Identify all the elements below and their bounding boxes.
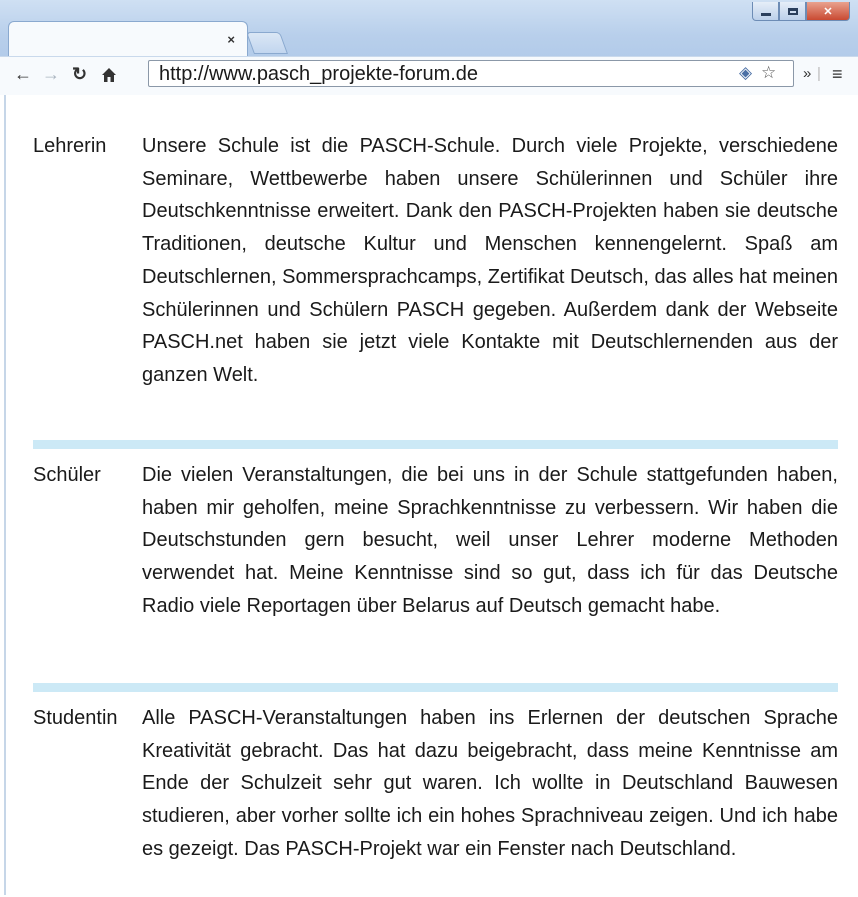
menu-icon[interactable]: ≡ — [832, 62, 843, 86]
reload-icon[interactable]: ↻ — [72, 62, 87, 86]
maximize-icon — [787, 7, 798, 15]
statement-entry-pupil-body: Schüler Die vielen Veranstaltungen, die … — [33, 459, 838, 623]
extension-icon[interactable]: ◈ — [739, 63, 752, 83]
maximize-button[interactable] — [779, 2, 806, 21]
browser-tab[interactable]: × — [8, 21, 248, 57]
star-icon[interactable]: ☆ — [761, 63, 776, 83]
role-label: Studentin — [33, 707, 118, 729]
statement-entry-student: Studentin Alle PASCH-Veranstaltungen hab… — [33, 702, 838, 866]
browser-chrome: ✕ × ← → ↻ http://www.pasch_projekte-foru… — [0, 0, 858, 95]
window-close-icon: ✕ — [823, 5, 833, 18]
home-icon[interactable] — [100, 62, 118, 86]
window-controls: ✕ — [752, 2, 850, 22]
statement-entry-teacher: Lehrerin Unsere Schule ist die PASCH-Sch… — [33, 130, 838, 392]
address-bar[interactable]: http://www.pasch_projekte-forum.de ◈ ☆ — [148, 60, 794, 87]
statement-text: Die vielen Veranstaltungen, die bei uns … — [142, 464, 838, 617]
address-bar-url[interactable]: http://www.pasch_projekte-forum.de — [159, 63, 478, 86]
tab-close-icon[interactable]: × — [227, 32, 235, 47]
back-icon[interactable]: ← — [14, 62, 32, 86]
new-tab-button[interactable] — [245, 32, 289, 54]
section-divider — [33, 683, 838, 692]
role-label: Lehrerin — [33, 135, 107, 157]
more-icon[interactable]: » — [803, 62, 811, 86]
minimize-icon — [760, 12, 771, 16]
section-divider — [33, 440, 838, 449]
window-close-button[interactable]: ✕ — [806, 2, 850, 21]
statement-text: Unsere Schule ist die PASCH-Schule. Durc… — [142, 135, 838, 386]
browser-toolbar: ← → ↻ http://www.pasch_projekte-forum.de… — [0, 56, 858, 95]
statement-text: Alle PASCH-Veranstaltungen haben ins Erl… — [142, 707, 838, 860]
page-content: Lehrerin Unsere Schule ist die PASCH-Sch… — [0, 95, 858, 897]
forward-icon[interactable]: → — [42, 62, 60, 86]
minimize-button[interactable] — [752, 2, 779, 21]
toolbar-separator: | — [817, 65, 821, 82]
role-label: Schüler — [33, 464, 101, 486]
